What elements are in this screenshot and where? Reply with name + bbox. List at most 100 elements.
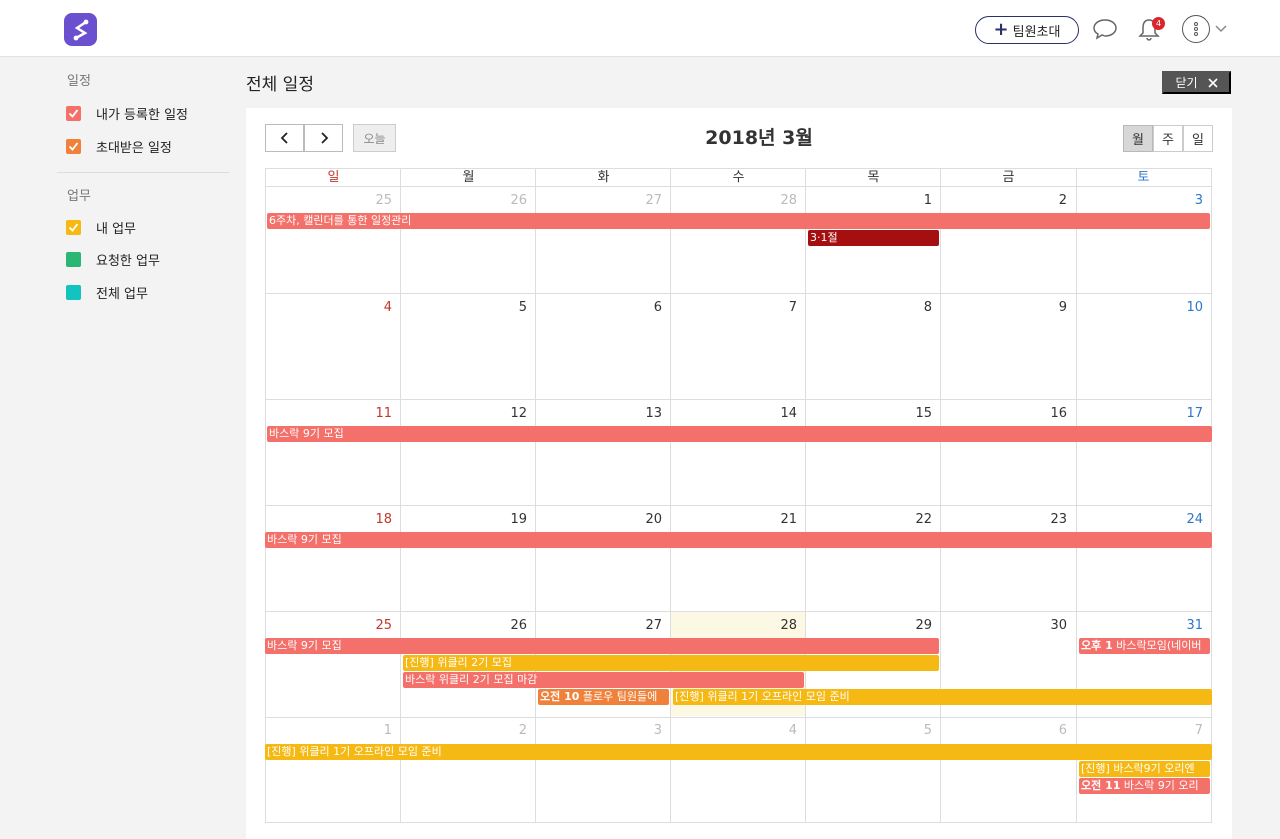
day-number[interactable]: 27 [622, 618, 662, 633]
grid-line [940, 168, 941, 823]
grid-line [1076, 168, 1077, 823]
day-number[interactable]: 26 [487, 193, 527, 208]
day-number[interactable]: 6 [622, 300, 662, 315]
day-number[interactable]: 13 [622, 406, 662, 421]
sidebar-item-label: 내 업무 [96, 221, 137, 237]
day-number[interactable]: 14 [757, 406, 797, 421]
close-icon [1207, 77, 1218, 88]
view-day-button[interactable]: 일 [1183, 125, 1213, 152]
day-number[interactable]: 1 [892, 193, 932, 208]
calendar-event[interactable]: [진행] 위클리 2기 모집 [403, 655, 939, 671]
calendar-event[interactable]: 오후 1 바스락모임(네이버 [1079, 638, 1210, 654]
weekday-thu: 목 [806, 168, 941, 187]
chevron-down-icon[interactable] [1214, 22, 1228, 36]
event-time: 오전 10 [540, 690, 580, 703]
invite-member-button[interactable]: + 팀원초대 [975, 16, 1079, 44]
view-week-button[interactable]: 주 [1153, 125, 1183, 152]
day-number[interactable]: 30 [1027, 618, 1067, 633]
day-number[interactable]: 15 [892, 406, 932, 421]
chat-icon[interactable] [1092, 17, 1118, 41]
calendar-event[interactable]: 바스락 9기 모집 [265, 638, 939, 654]
day-number[interactable]: 21 [757, 512, 797, 527]
day-number[interactable]: 23 [1027, 512, 1067, 527]
day-number[interactable]: 27 [622, 193, 662, 208]
day-number[interactable]: 20 [622, 512, 662, 527]
day-number[interactable]: 4 [757, 723, 797, 738]
sidebar-item-my-schedule[interactable]: 내가 등록한 일정 [66, 103, 188, 123]
day-number[interactable]: 17 [1163, 406, 1203, 421]
day-number[interactable]: 12 [487, 406, 527, 421]
day-number[interactable]: 24 [1163, 512, 1203, 527]
weekday-mon: 월 [401, 168, 536, 187]
sidebar-item-invited-schedule[interactable]: 초대받은 일정 [66, 136, 172, 156]
day-number[interactable]: 3 [622, 723, 662, 738]
sidebar-item-label: 전체 업무 [96, 286, 148, 302]
prev-month-button[interactable] [265, 124, 304, 152]
day-number[interactable]: 16 [1027, 406, 1067, 421]
day-number[interactable]: 3 [1163, 193, 1203, 208]
day-number[interactable]: 18 [352, 512, 392, 527]
calendar-month-title: 2018년 3월 [705, 127, 813, 149]
sidebar-item-label: 초대받은 일정 [96, 140, 172, 156]
checkbox-checked-icon[interactable] [66, 138, 81, 154]
day-number[interactable]: 5 [487, 300, 527, 315]
day-number[interactable]: 2 [487, 723, 527, 738]
day-number[interactable]: 29 [892, 618, 932, 633]
event-title: 플로우 팀원들에 [582, 690, 658, 703]
day-number[interactable]: 25 [352, 618, 392, 633]
calendar-event[interactable]: 6주차, 캘린더를 통한 일정관리 [267, 213, 1210, 229]
chevron-left-icon [280, 132, 288, 144]
day-number[interactable]: 19 [487, 512, 527, 527]
sidebar-item-all-tasks[interactable]: 전체 업무 [66, 282, 148, 302]
next-month-button[interactable] [304, 124, 343, 152]
weekday-sat: 토 [1076, 168, 1211, 187]
app-logo[interactable] [64, 13, 97, 46]
day-number[interactable]: 28 [757, 618, 797, 633]
checkbox-icon[interactable] [66, 284, 81, 300]
day-number[interactable]: 26 [487, 618, 527, 633]
close-label: 닫기 [1175, 76, 1198, 90]
calendar-event[interactable]: 3·1절 [808, 230, 939, 246]
logo-icon [73, 19, 88, 40]
day-number[interactable]: 1 [352, 723, 392, 738]
calendar-event[interactable]: [진행] 바스락9기 오리엔 [1079, 761, 1210, 777]
checkbox-icon[interactable] [66, 251, 81, 267]
day-number[interactable]: 11 [352, 406, 392, 421]
close-button[interactable]: 닫기 [1162, 71, 1231, 94]
calendar-event[interactable]: 오전 10 플로우 팀원들에 [538, 689, 669, 705]
day-number[interactable]: 9 [1027, 300, 1067, 315]
calendar-event[interactable]: 오전 11 바스락 9기 오리 [1079, 778, 1210, 794]
day-number[interactable]: 6 [1027, 723, 1067, 738]
day-number[interactable]: 25 [352, 193, 392, 208]
checkbox-checked-icon[interactable] [66, 219, 81, 235]
calendar-event[interactable]: [진행] 위클리 1기 오프라인 모임 준비 [673, 689, 1212, 705]
day-number[interactable]: 8 [892, 300, 932, 315]
checkbox-checked-icon[interactable] [66, 105, 81, 121]
avatar[interactable] [1182, 15, 1210, 43]
event-title: 바스락 9기 오리 [1123, 779, 1199, 792]
day-number[interactable]: 10 [1163, 300, 1203, 315]
calendar-event[interactable]: 바스락 9기 모집 [265, 532, 1212, 548]
calendar-event[interactable]: 바스락 위클리 2기 모집 마감 [403, 672, 804, 688]
day-number[interactable]: 28 [757, 193, 797, 208]
grid-line [805, 168, 806, 823]
calendar-event[interactable]: 바스락 9기 모집 [267, 426, 1212, 442]
today-button[interactable]: 오늘 [353, 124, 396, 152]
view-month-button[interactable]: 월 [1123, 125, 1153, 152]
day-number[interactable]: 5 [892, 723, 932, 738]
day-number[interactable]: 7 [1163, 723, 1203, 738]
schedule-section-title: 일정 [67, 74, 91, 89]
day-number[interactable]: 31 [1163, 618, 1203, 633]
calendar-event[interactable]: [진행] 위클리 1기 오프라인 모임 준비 [265, 744, 1212, 760]
grid-line [400, 168, 401, 823]
sidebar-item-my-tasks[interactable]: 내 업무 [66, 217, 136, 237]
day-number[interactable]: 7 [757, 300, 797, 315]
day-number[interactable]: 4 [352, 300, 392, 315]
day-number[interactable]: 2 [1027, 193, 1067, 208]
grid-line [265, 717, 1212, 718]
sidebar-item-requested-tasks[interactable]: 요청한 업무 [66, 249, 160, 269]
invite-member-label: 팀원초대 [1012, 24, 1061, 40]
weekday-fri: 금 [941, 168, 1076, 187]
day-number[interactable]: 22 [892, 512, 932, 527]
event-time: 오전 11 [1081, 779, 1121, 792]
